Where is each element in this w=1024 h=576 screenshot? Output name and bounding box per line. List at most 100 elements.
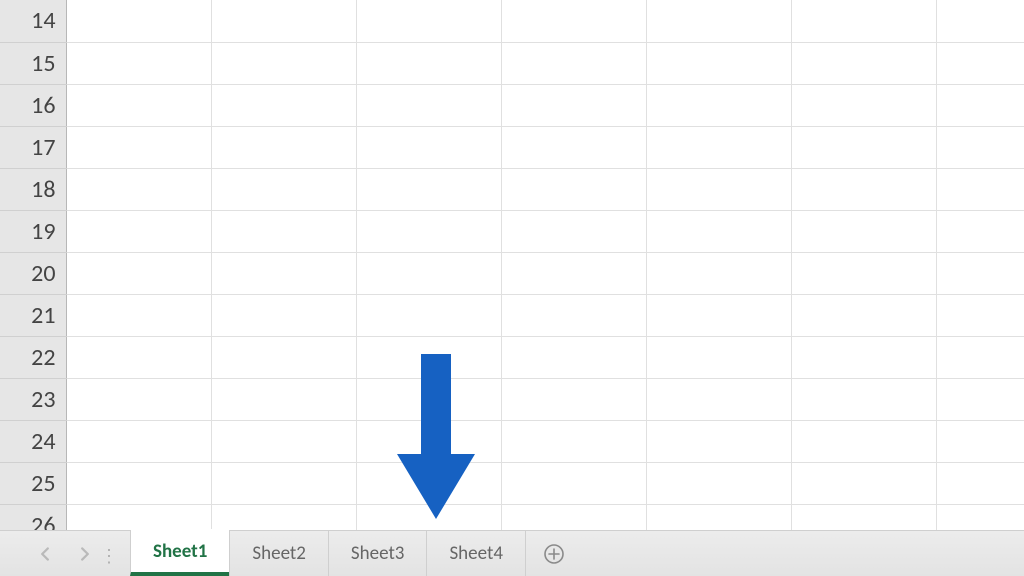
cell[interactable] bbox=[646, 336, 791, 378]
cell[interactable] bbox=[66, 210, 211, 252]
row-header[interactable]: 25 bbox=[0, 462, 66, 504]
cell[interactable] bbox=[356, 42, 501, 84]
cell[interactable] bbox=[501, 420, 646, 462]
cell[interactable] bbox=[646, 0, 791, 42]
cell[interactable] bbox=[791, 126, 936, 168]
cell[interactable] bbox=[66, 126, 211, 168]
row-header[interactable]: 18 bbox=[0, 168, 66, 210]
cell[interactable] bbox=[646, 504, 791, 530]
cell[interactable] bbox=[501, 294, 646, 336]
cell[interactable] bbox=[646, 126, 791, 168]
sheet-tab-sheet1[interactable]: Sheet1 bbox=[130, 530, 229, 576]
row-header[interactable]: 23 bbox=[0, 378, 66, 420]
cell[interactable] bbox=[66, 84, 211, 126]
cell[interactable] bbox=[791, 168, 936, 210]
cell[interactable] bbox=[501, 336, 646, 378]
cell[interactable] bbox=[936, 504, 1024, 530]
cell[interactable] bbox=[791, 336, 936, 378]
cell[interactable] bbox=[66, 336, 211, 378]
cell[interactable] bbox=[646, 42, 791, 84]
row-header[interactable]: 24 bbox=[0, 420, 66, 462]
cell[interactable] bbox=[211, 126, 356, 168]
cell[interactable] bbox=[936, 462, 1024, 504]
cell[interactable] bbox=[791, 294, 936, 336]
cell[interactable] bbox=[66, 462, 211, 504]
cell[interactable] bbox=[356, 378, 501, 420]
cell[interactable] bbox=[501, 168, 646, 210]
cell[interactable] bbox=[646, 210, 791, 252]
cell[interactable] bbox=[356, 0, 501, 42]
row-header[interactable]: 19 bbox=[0, 210, 66, 252]
cell[interactable] bbox=[501, 42, 646, 84]
cell[interactable] bbox=[501, 462, 646, 504]
cell[interactable] bbox=[211, 42, 356, 84]
cell[interactable] bbox=[356, 168, 501, 210]
sheet-tab-sheet4[interactable]: Sheet4 bbox=[426, 530, 525, 576]
cell[interactable] bbox=[356, 504, 501, 530]
row-header[interactable]: 17 bbox=[0, 126, 66, 168]
cell[interactable] bbox=[646, 168, 791, 210]
cell[interactable] bbox=[211, 336, 356, 378]
cell[interactable] bbox=[66, 504, 211, 530]
row-header[interactable]: 22 bbox=[0, 336, 66, 378]
cell[interactable] bbox=[211, 252, 356, 294]
cell[interactable] bbox=[501, 504, 646, 530]
cell[interactable] bbox=[211, 294, 356, 336]
cell[interactable] bbox=[211, 504, 356, 530]
cell[interactable] bbox=[791, 252, 936, 294]
cell[interactable] bbox=[66, 420, 211, 462]
cell[interactable] bbox=[501, 0, 646, 42]
cell[interactable] bbox=[356, 84, 501, 126]
cell[interactable] bbox=[356, 210, 501, 252]
row-header[interactable]: 20 bbox=[0, 252, 66, 294]
cell[interactable] bbox=[646, 84, 791, 126]
cell[interactable] bbox=[936, 252, 1024, 294]
cell[interactable] bbox=[791, 84, 936, 126]
cell[interactable] bbox=[211, 210, 356, 252]
cell[interactable] bbox=[501, 252, 646, 294]
cell[interactable] bbox=[936, 420, 1024, 462]
cell[interactable] bbox=[646, 252, 791, 294]
cell[interactable] bbox=[791, 210, 936, 252]
cell[interactable] bbox=[646, 462, 791, 504]
cell[interactable] bbox=[791, 0, 936, 42]
cell[interactable] bbox=[646, 420, 791, 462]
row-header[interactable]: 14 bbox=[0, 0, 66, 42]
sheet-tab-sheet3[interactable]: Sheet3 bbox=[328, 530, 427, 576]
cell[interactable] bbox=[356, 462, 501, 504]
sheet-nav-next-icon[interactable] bbox=[78, 547, 92, 561]
spreadsheet-grid[interactable]: 14151617181920212223242526 bbox=[0, 0, 1024, 530]
cell[interactable] bbox=[501, 84, 646, 126]
cell[interactable] bbox=[646, 294, 791, 336]
cell[interactable] bbox=[936, 42, 1024, 84]
row-header[interactable]: 16 bbox=[0, 84, 66, 126]
cell[interactable] bbox=[791, 420, 936, 462]
cell[interactable] bbox=[791, 42, 936, 84]
cell[interactable] bbox=[356, 420, 501, 462]
cell[interactable] bbox=[211, 84, 356, 126]
cell[interactable] bbox=[791, 504, 936, 530]
cell[interactable] bbox=[936, 210, 1024, 252]
new-sheet-button[interactable] bbox=[526, 531, 582, 576]
cell[interactable] bbox=[66, 168, 211, 210]
cell[interactable] bbox=[66, 42, 211, 84]
cell[interactable] bbox=[936, 336, 1024, 378]
cell[interactable] bbox=[936, 294, 1024, 336]
cell[interactable] bbox=[936, 126, 1024, 168]
cell[interactable] bbox=[211, 420, 356, 462]
row-header[interactable]: 15 bbox=[0, 42, 66, 84]
row-header[interactable]: 26 bbox=[0, 504, 66, 530]
cell[interactable] bbox=[501, 210, 646, 252]
cell[interactable] bbox=[66, 0, 211, 42]
cell[interactable] bbox=[66, 378, 211, 420]
cell[interactable] bbox=[356, 336, 501, 378]
cell[interactable] bbox=[791, 462, 936, 504]
cell[interactable] bbox=[936, 378, 1024, 420]
sheet-tab-sheet2[interactable]: Sheet2 bbox=[229, 530, 328, 576]
cell[interactable] bbox=[211, 462, 356, 504]
cell[interactable] bbox=[66, 252, 211, 294]
cell[interactable] bbox=[211, 378, 356, 420]
cell[interactable] bbox=[356, 126, 501, 168]
cell[interactable] bbox=[501, 378, 646, 420]
cell[interactable] bbox=[211, 168, 356, 210]
